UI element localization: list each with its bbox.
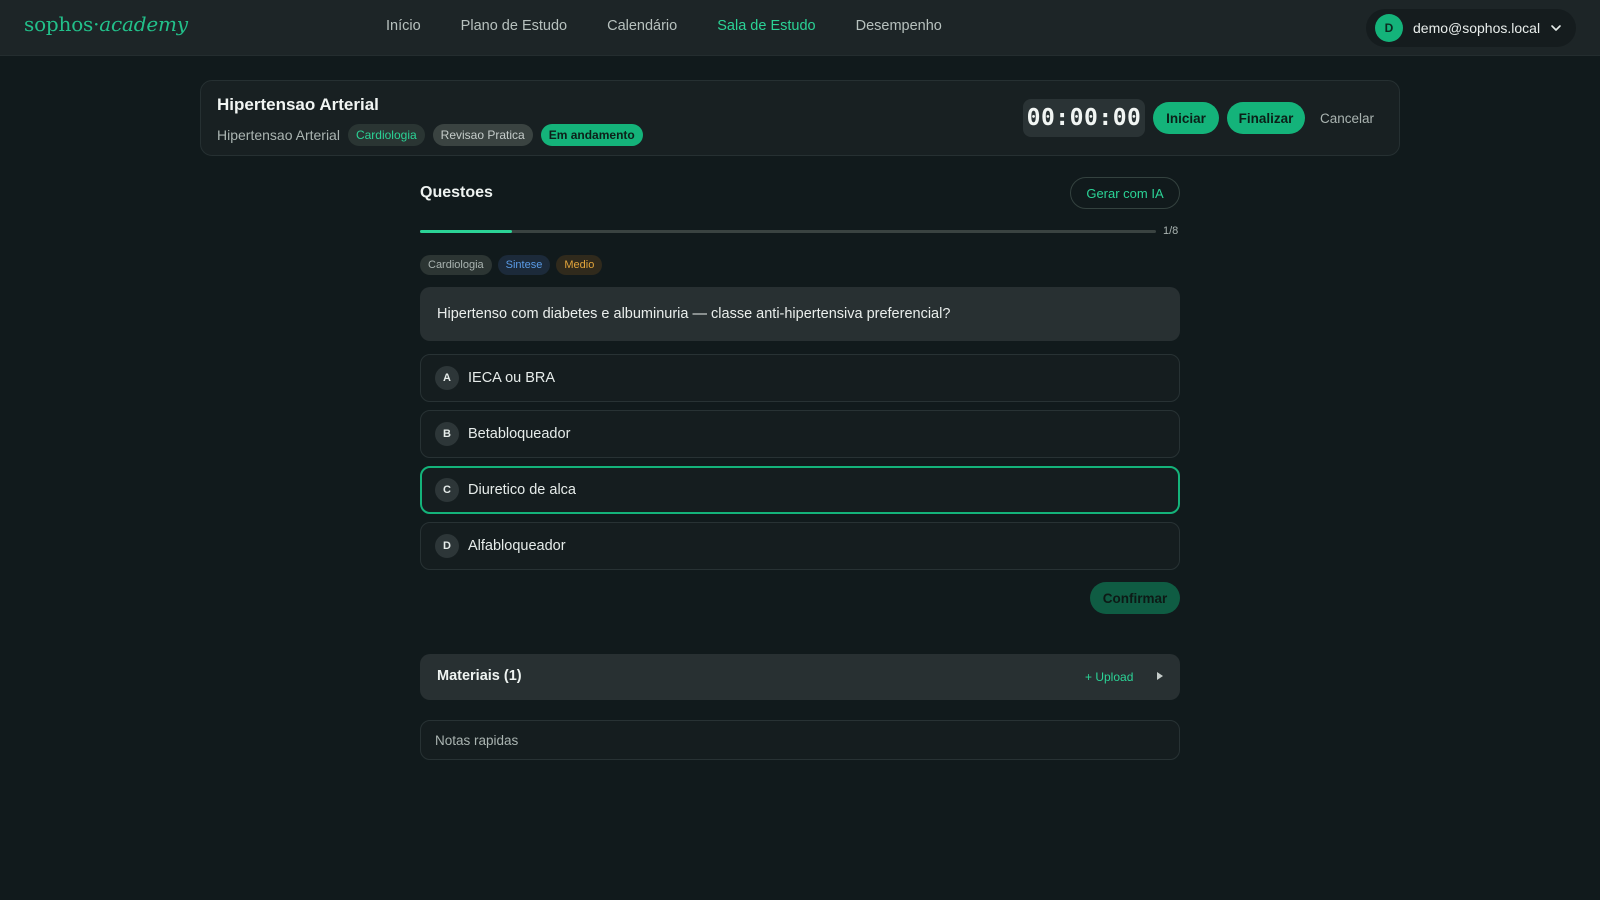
confirm-button[interactable]: Confirmar [1090, 582, 1180, 614]
materials-panel[interactable]: Materiais (1) + Upload [420, 654, 1180, 700]
nav-item-sala-de-estudo[interactable]: Sala de Estudo [717, 18, 815, 34]
option-text: Alfabloqueador [468, 538, 566, 554]
quick-notes-input[interactable] [420, 720, 1180, 760]
logo-accent: academy [99, 12, 188, 36]
finish-button[interactable]: Finalizar [1227, 102, 1305, 134]
nav-item-inicio[interactable]: Início [386, 18, 421, 34]
mode-chip: Revisao Pratica [432, 124, 533, 146]
upload-link[interactable]: + Upload [1085, 670, 1133, 684]
progress-counter: 1/8 [1163, 225, 1179, 237]
session-subtitle: Hipertensao Arterial [217, 127, 340, 143]
user-menu[interactable]: D demo@sophos.local [1366, 9, 1576, 47]
question-text: Hipertenso com diabetes e albuminuria — … [420, 287, 1180, 341]
app-logo[interactable]: sophos·academy [24, 12, 188, 36]
session-timer: 00:00:00 [1023, 99, 1145, 137]
nav-item-calendario[interactable]: Calendário [607, 18, 677, 34]
main-nav: Início Plano de Estudo Calendário Sala d… [386, 18, 982, 34]
questions-heading: Questoes [420, 184, 493, 201]
question-progress-bar [420, 230, 1156, 233]
materials-title: Materiais (1) [437, 668, 522, 684]
option-letter: D [435, 534, 459, 558]
generate-ai-button[interactable]: Gerar com IA [1070, 177, 1180, 209]
session-title: Hipertensao Arterial [217, 95, 379, 114]
option-letter: C [435, 478, 459, 502]
tag-specialty: Cardiologia [420, 255, 492, 275]
option-text: Betabloqueador [468, 426, 571, 442]
expand-arrow-icon [1157, 672, 1163, 680]
logo-main: sophos [24, 12, 94, 36]
progress-fill [420, 230, 512, 233]
cancel-button[interactable]: Cancelar [1317, 102, 1377, 134]
specialty-chip: Cardiologia [347, 124, 425, 146]
tag-type: Sintese [497, 255, 551, 275]
session-meta: Hipertensao Arterial Cardiologia Revisao… [217, 124, 651, 146]
avatar: D [1375, 14, 1403, 42]
option-b[interactable]: B Betabloqueador [420, 410, 1180, 458]
option-text: IECA ou BRA [468, 370, 556, 386]
tag-difficulty: Medio [556, 255, 603, 275]
top-navbar: sophos·academy Início Plano de Estudo Ca… [0, 0, 1600, 56]
option-d[interactable]: D Alfabloqueador [420, 522, 1180, 570]
nav-item-plano-de-estudo[interactable]: Plano de Estudo [461, 18, 567, 34]
status-badge: Em andamento [540, 124, 643, 146]
user-email: demo@sophos.local [1413, 20, 1541, 36]
nav-item-desempenho[interactable]: Desempenho [856, 18, 942, 34]
session-header-card: Hipertensao Arterial Hipertensao Arteria… [200, 80, 1400, 156]
option-a[interactable]: A IECA ou BRA [420, 354, 1180, 402]
chevron-down-icon [1551, 25, 1561, 31]
option-letter: A [435, 366, 459, 390]
question-tags: Cardiologia Sintese Medio [420, 255, 608, 275]
option-letter: B [435, 422, 459, 446]
option-text: Diuretico de alca [468, 482, 576, 498]
start-button[interactable]: Iniciar [1153, 102, 1219, 134]
option-c[interactable]: C Diuretico de alca [420, 466, 1180, 514]
